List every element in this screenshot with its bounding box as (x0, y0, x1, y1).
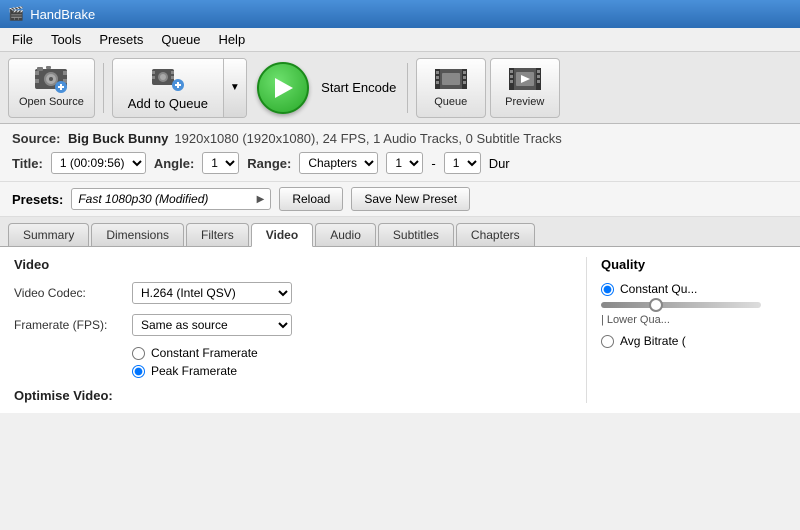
tab-summary[interactable]: Summary (8, 223, 89, 246)
tab-audio[interactable]: Audio (315, 223, 376, 246)
app-icon: 🎬 (8, 6, 24, 22)
duration-label: Dur (489, 156, 510, 171)
queue-icon (151, 65, 185, 93)
constant-framerate-row: Constant Framerate (132, 346, 566, 360)
video-panel: Video Video Codec: H.264 (Intel QSV) Fra… (14, 257, 566, 403)
preset-select-button[interactable]: Fast 1080p30 (Modified) ▶ (71, 188, 271, 210)
preset-current-value: Fast 1080p30 (Modified) (78, 192, 208, 206)
tab-subtitles[interactable]: Subtitles (378, 223, 454, 246)
toolbar-separator-2 (407, 63, 408, 113)
save-new-preset-button[interactable]: Save New Preset (351, 187, 470, 211)
title-label: Title: (12, 156, 43, 171)
lower-quality-note: | Lower Qua... (601, 314, 786, 326)
menu-bar: File Tools Presets Queue Help (0, 28, 800, 52)
range-label: Range: (247, 156, 291, 171)
tabs-bar: Summary Dimensions Filters Video Audio S… (0, 217, 800, 247)
optimise-title: Optimise Video: (14, 388, 566, 403)
source-name: Big Buck Bunny (68, 131, 168, 146)
play-icon (275, 78, 293, 98)
codec-row: Video Codec: H.264 (Intel QSV) (14, 282, 566, 304)
preview-label: Preview (505, 96, 544, 109)
app-title: HandBrake (30, 7, 95, 22)
constant-framerate-label: Constant Framerate (151, 346, 258, 360)
range-type-select[interactable]: Chapters (299, 152, 378, 174)
source-info: Source: Big Buck Bunny 1920x1080 (1920x1… (0, 124, 800, 182)
preview-button[interactable]: Preview (490, 58, 560, 118)
reload-button[interactable]: Reload (279, 187, 343, 211)
menu-queue[interactable]: Queue (153, 30, 208, 49)
codec-label: Video Codec: (14, 286, 124, 300)
queue-filmstrip-icon (434, 65, 468, 93)
add-to-queue-label: Add to Queue (128, 96, 208, 111)
toolbar-separator-1 (103, 63, 104, 113)
queue-button[interactable]: Queue (416, 58, 486, 118)
source-details: 1920x1080 (1920x1080), 24 FPS, 1 Audio T… (174, 131, 561, 146)
presets-label: Presets: (12, 192, 63, 207)
codec-select[interactable]: H.264 (Intel QSV) (132, 282, 292, 304)
avg-bitrate-label: Avg Bitrate ( (620, 334, 686, 348)
tab-video[interactable]: Video (251, 223, 313, 247)
constant-quality-radio[interactable] (601, 283, 614, 296)
preview-icon (508, 65, 542, 93)
peak-framerate-radio[interactable] (132, 365, 145, 378)
menu-file[interactable]: File (4, 30, 41, 49)
quality-slider-thumb (649, 298, 663, 312)
preset-arrow-icon: ▶ (257, 194, 265, 205)
title-select[interactable]: 1 (00:09:56) (51, 152, 146, 174)
tab-dimensions[interactable]: Dimensions (91, 223, 184, 246)
open-source-icon (34, 65, 68, 93)
menu-help[interactable]: Help (210, 30, 253, 49)
constant-quality-label: Constant Qu... (620, 282, 697, 296)
add-to-queue-dropdown[interactable]: ▼ (223, 59, 246, 117)
start-encode-label: Start Encode (321, 80, 396, 95)
video-section-title: Video (14, 257, 566, 272)
source-label: Source: (12, 131, 62, 146)
quality-title: Quality (601, 257, 786, 272)
angle-label: Angle: (154, 156, 194, 171)
tab-filters[interactable]: Filters (186, 223, 249, 246)
queue-label: Queue (434, 96, 467, 109)
quality-slider[interactable] (601, 302, 761, 308)
main-content: Video Video Codec: H.264 (Intel QSV) Fra… (0, 247, 800, 413)
avg-bitrate-radio[interactable] (601, 335, 614, 348)
quality-panel: Quality Constant Qu... | Lower Qua... Av… (586, 257, 786, 403)
menu-tools[interactable]: Tools (43, 30, 89, 49)
add-to-queue-main[interactable]: Add to Queue (113, 59, 223, 117)
quality-slider-container (601, 302, 786, 308)
range-from-select[interactable]: 1 (386, 152, 423, 174)
constant-framerate-radio[interactable] (132, 347, 145, 360)
open-source-label: Open Source (19, 96, 84, 109)
angle-select[interactable]: 1 (202, 152, 239, 174)
peak-framerate-label: Peak Framerate (151, 364, 237, 378)
open-source-button[interactable]: Open Source (8, 58, 95, 118)
start-encode-button[interactable] (257, 62, 309, 114)
start-encode-label-area[interactable]: Start Encode (319, 80, 399, 95)
framerate-label: Framerate (FPS): (14, 318, 124, 332)
constant-quality-row: Constant Qu... (601, 282, 786, 296)
range-separator: - (431, 156, 435, 171)
tab-chapters[interactable]: Chapters (456, 223, 535, 246)
title-bar: 🎬 HandBrake (0, 0, 800, 28)
toolbar: Open Source Add to Que (0, 52, 800, 124)
range-to-select[interactable]: 1 (444, 152, 481, 174)
avg-bitrate-row: Avg Bitrate ( (601, 334, 786, 348)
presets-row: Presets: Fast 1080p30 (Modified) ▶ Reloa… (0, 182, 800, 217)
add-to-queue-button[interactable]: Add to Queue ▼ (112, 58, 247, 118)
framerate-select[interactable]: Same as source (132, 314, 292, 336)
framerate-row: Framerate (FPS): Same as source (14, 314, 566, 336)
peak-framerate-row: Peak Framerate (132, 364, 566, 378)
menu-presets[interactable]: Presets (91, 30, 151, 49)
